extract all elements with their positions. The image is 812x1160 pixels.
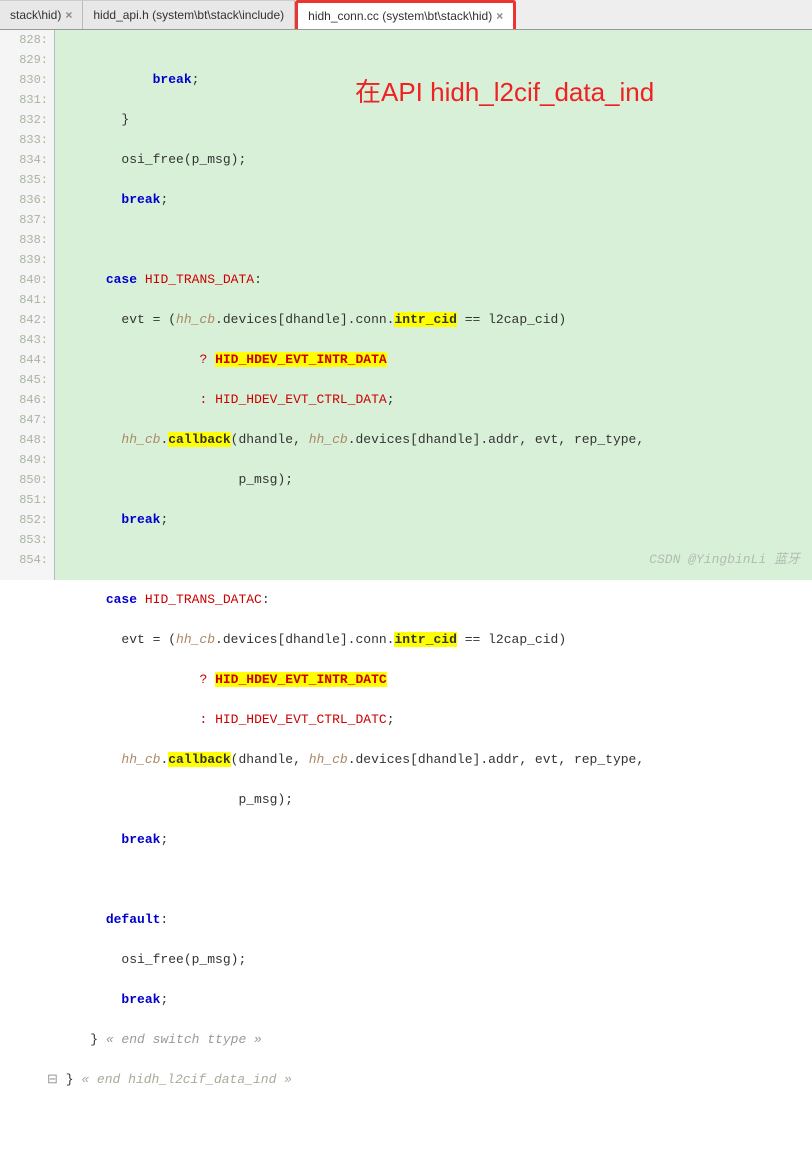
line-number: 833: xyxy=(0,130,48,150)
const-hid-trans-data: HID_TRANS_DATA xyxy=(145,272,254,287)
highlight-intr-datc: HID_HDEV_EVT_INTR_DATC xyxy=(215,672,387,687)
highlight-callback: callback xyxy=(168,432,230,447)
line-number: 852: xyxy=(0,510,48,530)
line-number: 829: xyxy=(0,50,48,70)
annotation-text: 在API hidh_l2cif_data_ind xyxy=(355,82,654,102)
line-number: 835: xyxy=(0,170,48,190)
line-number: 844: xyxy=(0,350,48,370)
highlight-intr-data: HID_HDEV_EVT_INTR_DATA xyxy=(215,352,387,367)
keyword-default: default xyxy=(106,912,161,927)
keyword-case: case xyxy=(106,272,137,287)
line-number: 853: xyxy=(0,530,48,550)
tab-label: hidd_api.h (system\bt\stack\include) xyxy=(93,8,284,22)
comment-end-switch: « end switch ttype » xyxy=(98,1032,262,1047)
line-number: 850: xyxy=(0,470,48,490)
fold-icon[interactable]: ⊟ xyxy=(47,1072,58,1087)
brace: } xyxy=(121,112,129,127)
editor: 828:829:830:831:832:833:834:835:836:837:… xyxy=(0,30,812,580)
close-icon[interactable]: × xyxy=(496,9,503,23)
line-number: 846: xyxy=(0,390,48,410)
tab-hidd-api[interactable]: hidd_api.h (system\bt\stack\include) xyxy=(83,0,295,29)
line-number: 854: xyxy=(0,550,48,570)
const-ctrl-datc: HID_HDEV_EVT_CTRL_DATC xyxy=(215,712,387,727)
tab-bar: stack\hid) × hidd_api.h (system\bt\stack\… xyxy=(0,0,812,30)
stmt-osi-free: osi_free(p_msg); xyxy=(121,152,246,167)
line-number: 834: xyxy=(0,150,48,170)
keyword-break: break xyxy=(153,72,192,87)
line-number: 836: xyxy=(0,190,48,210)
line-number: 832: xyxy=(0,110,48,130)
line-number: 843: xyxy=(0,330,48,350)
line-number: 831: xyxy=(0,90,48,110)
line-number: 840: xyxy=(0,270,48,290)
line-number: 839: xyxy=(0,250,48,270)
comment-end-fn: « end hidh_l2cif_data_ind » xyxy=(74,1072,292,1087)
line-number: 849: xyxy=(0,450,48,470)
line-number: 828: xyxy=(0,30,48,50)
tab-partial[interactable]: stack\hid) × xyxy=(0,0,83,29)
line-number: 851: xyxy=(0,490,48,510)
line-number: 845: xyxy=(0,370,48,390)
line-gutter: 828:829:830:831:832:833:834:835:836:837:… xyxy=(0,30,55,580)
line-number: 830: xyxy=(0,70,48,90)
line-number: 841: xyxy=(0,290,48,310)
const-ctrl-data: HID_HDEV_EVT_CTRL_DATA xyxy=(215,392,387,407)
line-number: 842: xyxy=(0,310,48,330)
line-number: 838: xyxy=(0,230,48,250)
tab-label: stack\hid) xyxy=(10,8,61,22)
watermark: CSDN @YingbinLi 蓝牙 xyxy=(649,550,800,570)
highlight-intr-cid: intr_cid xyxy=(394,312,456,327)
code-area[interactable]: 在API hidh_l2cif_data_ind break; } osi_fr… xyxy=(55,30,812,580)
const-hid-trans-datac: HID_TRANS_DATAC xyxy=(145,592,262,607)
line-number: 837: xyxy=(0,210,48,230)
tab-hidh-conn[interactable]: hidh_conn.cc (system\bt\stack\hid) × xyxy=(295,0,516,29)
line-number: 847: xyxy=(0,410,48,430)
line-number: 848: xyxy=(0,430,48,450)
tab-label: hidh_conn.cc (system\bt\stack\hid) xyxy=(308,9,492,23)
close-icon[interactable]: × xyxy=(65,8,72,22)
